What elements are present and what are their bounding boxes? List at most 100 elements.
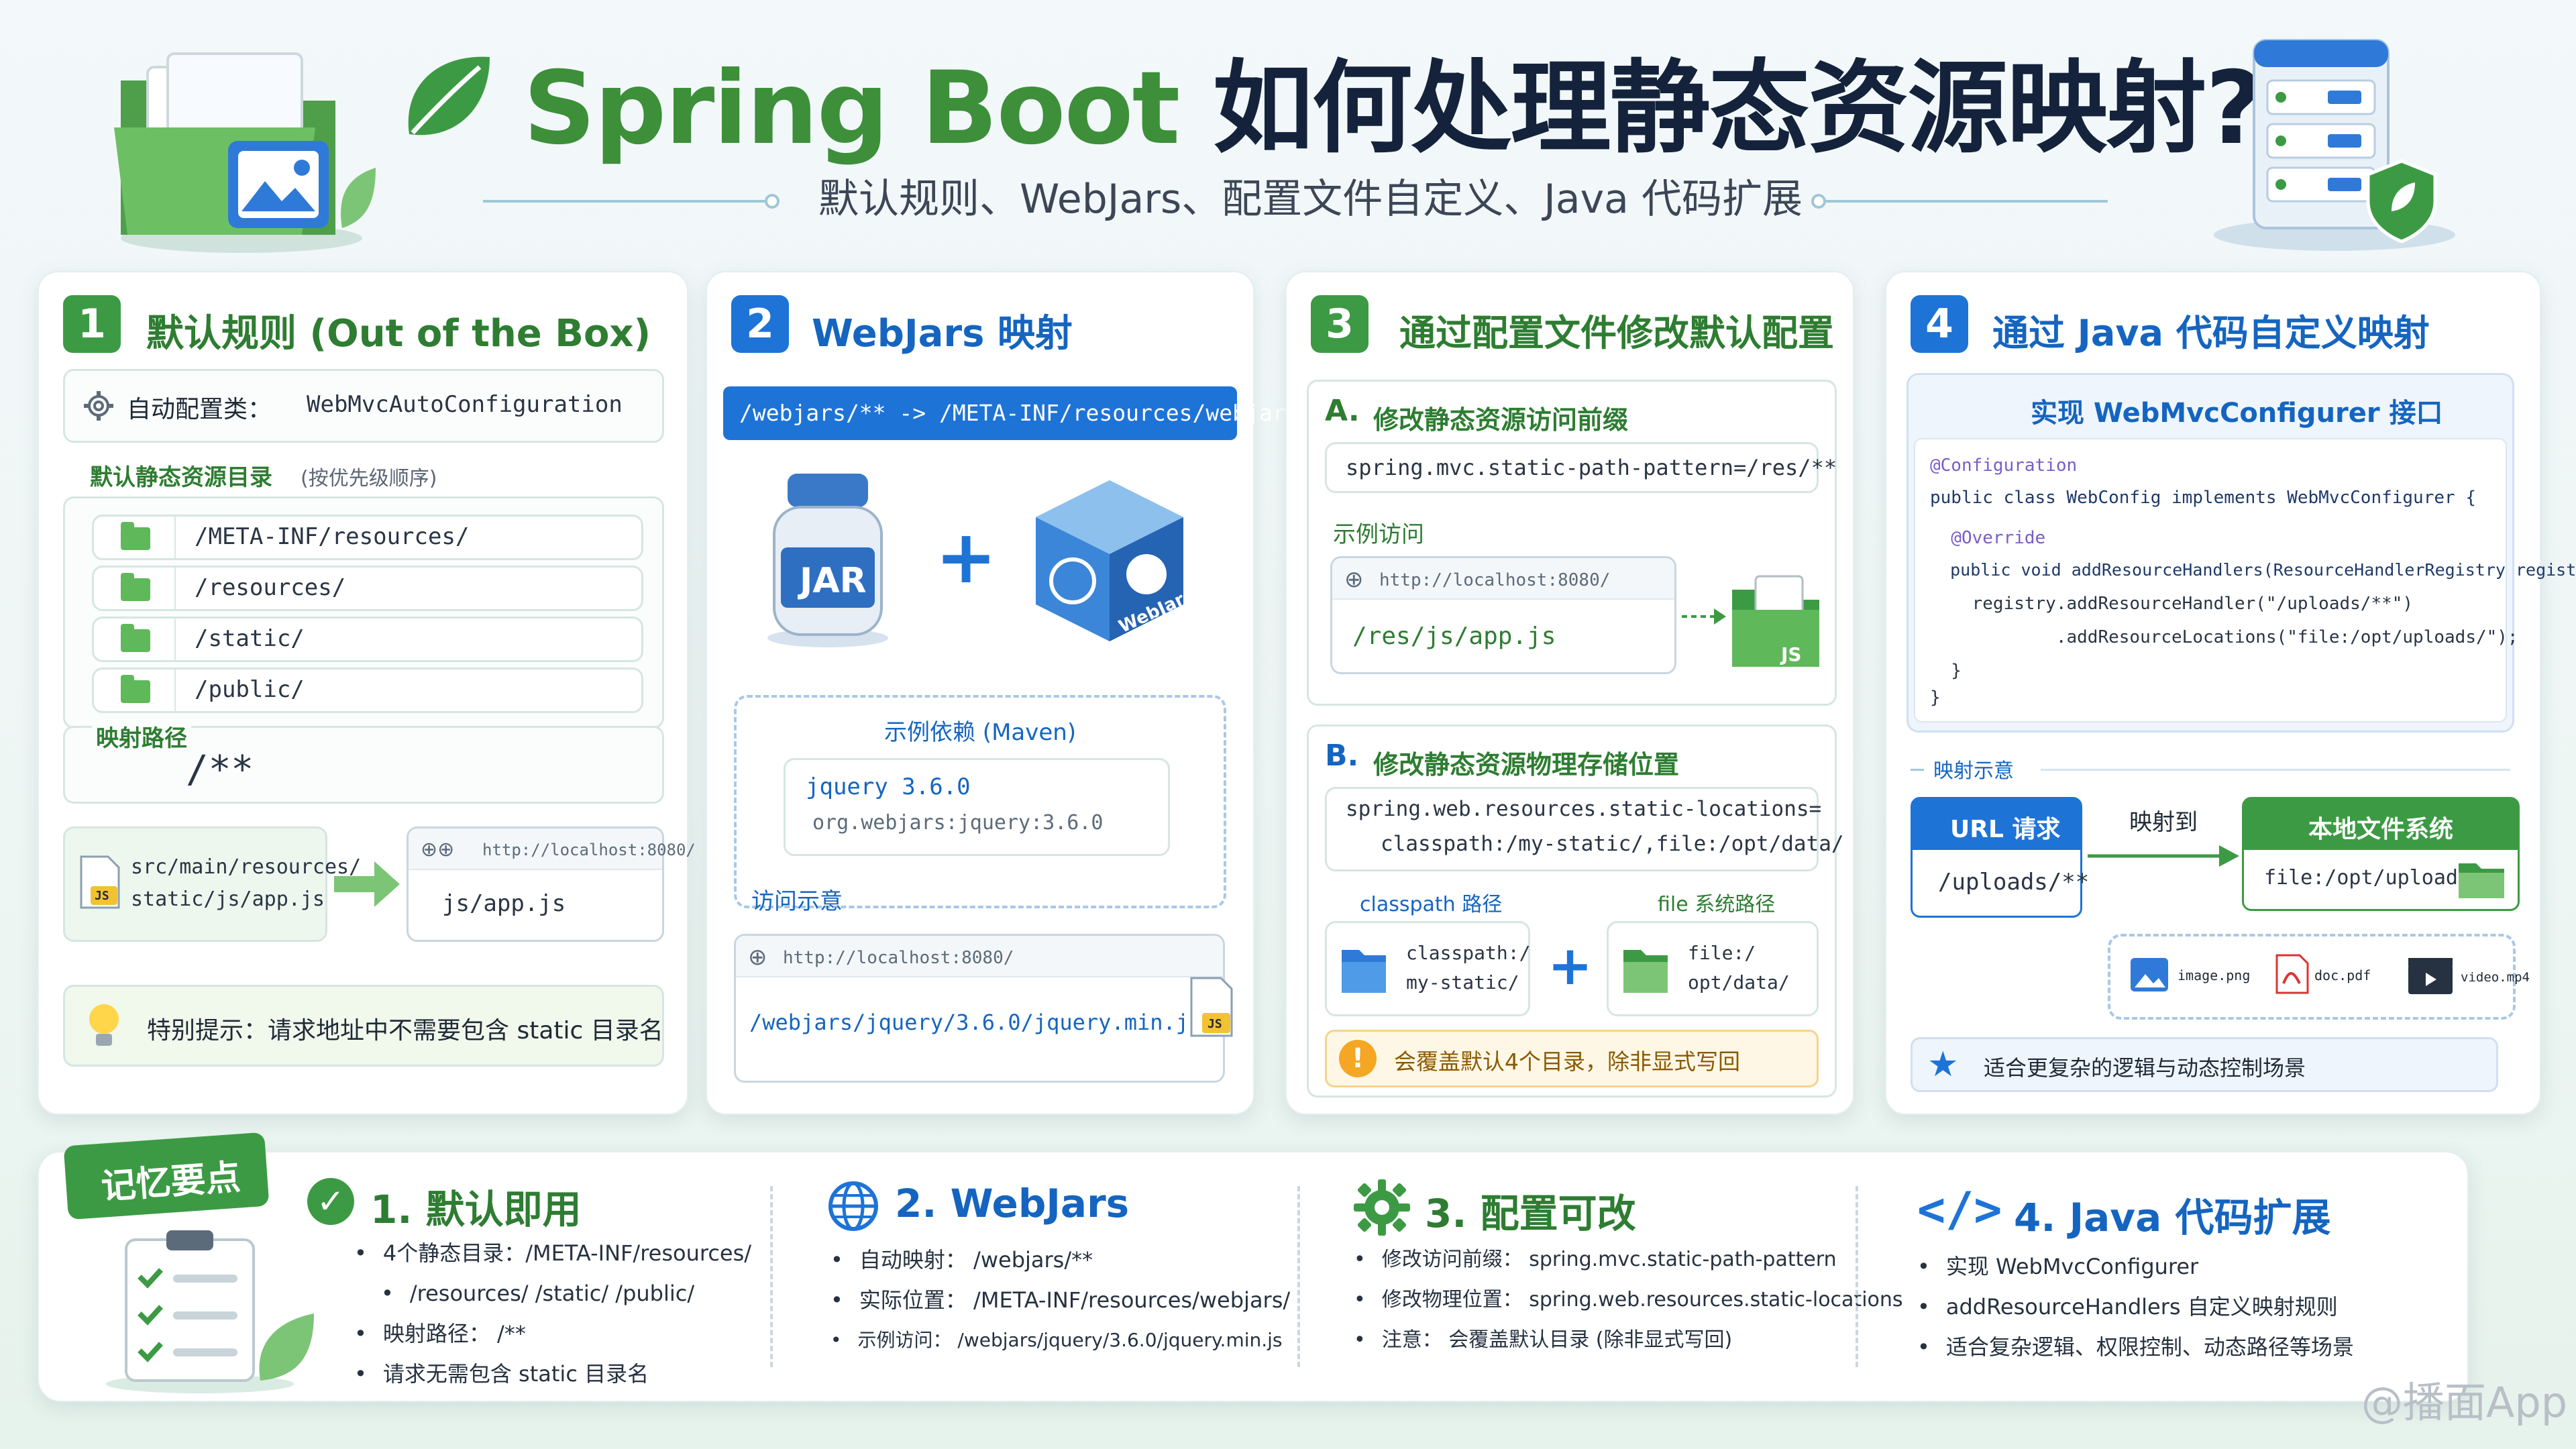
code-line: } bbox=[1930, 661, 1962, 681]
maps-to-label: 映射到 bbox=[2129, 809, 2198, 836]
code-line: registry.addResourceHandler("/uploads/**… bbox=[1930, 594, 2414, 614]
panel1-title: 默认规则 (Out of the Box) bbox=[146, 312, 651, 356]
code-line: @Override bbox=[1930, 528, 2046, 548]
js-badge: JS bbox=[1208, 1017, 1222, 1031]
mapping-value: /** bbox=[186, 748, 254, 792]
local-fs-label: 本地文件系统 bbox=[2308, 816, 2454, 843]
url-request-box: URL 请求 /uploads/** bbox=[1911, 797, 2089, 918]
dir-path: /resources/ bbox=[195, 574, 346, 601]
dirs-label: 默认静态资源目录 bbox=[90, 464, 272, 491]
interface-box: 实现 WebMvcConfigurer 接口 @Configuration pu… bbox=[1907, 373, 2576, 733]
file-name: video.mp4 bbox=[2461, 970, 2530, 985]
globe-icon bbox=[828, 1181, 879, 1232]
src-file-box: JS src/main/resources/ static/js/app.js bbox=[63, 826, 361, 942]
video-icon bbox=[2407, 955, 2454, 996]
list-item: /META-INF/resources/ bbox=[92, 515, 643, 560]
filepath-box: file:/ opt/data/ bbox=[1607, 921, 1819, 1016]
list-item: 实际位置： /META-INF/resources/webjars/ bbox=[830, 1280, 1290, 1320]
folder-image-icon bbox=[101, 40, 382, 255]
lightbulb-icon bbox=[84, 1000, 124, 1051]
memory-col4-list: 实现 WebMvcConfigurer addResourceHandlers … bbox=[1917, 1246, 2354, 1367]
tip-text: 特别提示：请求地址中不需要包含 static 目录名 bbox=[147, 1017, 663, 1044]
memory-col3-list: 修改访问前缀： spring.mvc.static-path-pattern 修… bbox=[1354, 1240, 1903, 1360]
folder-icon bbox=[121, 573, 150, 601]
map-label: 映射示意 bbox=[1933, 759, 2014, 783]
mapping-box: 映射路径 /** bbox=[63, 720, 664, 804]
list-item: 修改物理位置： spring.web.resources.static-loca… bbox=[1354, 1280, 1903, 1320]
b-title: 修改静态资源物理存储位置 bbox=[1373, 750, 1680, 780]
plus-sign: + bbox=[935, 514, 998, 600]
panel4-title: 通过 Java 代码自定义映射 bbox=[1992, 312, 2430, 354]
code-brackets-icon: </> bbox=[1917, 1182, 2002, 1237]
server-shield-icon bbox=[2200, 27, 2469, 255]
folder-green-icon bbox=[2457, 859, 2506, 900]
autoconfig-label: 自动配置类： bbox=[127, 396, 272, 423]
js-folder-icon: JS bbox=[1729, 570, 1823, 670]
check-circle-icon: ✓ bbox=[307, 1178, 354, 1225]
js-file-icon: JS bbox=[80, 855, 120, 909]
jar-label: JAR bbox=[800, 561, 867, 601]
jar-icon: JAR bbox=[761, 467, 895, 648]
classpath-val2: my-static/ bbox=[1406, 971, 1519, 994]
memory-col3-title: 3. 配置可改 bbox=[1425, 1191, 1636, 1236]
panel-default-rules: 1 默认规则 (Out of the Box) 自动配置类： WebMvcAut… bbox=[38, 271, 696, 1115]
subtitle-line-right bbox=[1826, 200, 2108, 203]
dep-code-box: jquery 3.6.0 org.webjars:jquery:3.6.0 bbox=[784, 758, 1170, 856]
src-path-line1: src/main/resources/ bbox=[131, 855, 362, 879]
code-line: public void addResourceHandlers(Resource… bbox=[1930, 560, 2576, 580]
a-letter: A. bbox=[1325, 394, 1360, 428]
code-line: } bbox=[1930, 688, 1941, 708]
memory-col1-title: 1. 默认即用 bbox=[370, 1187, 582, 1232]
panel2-number: 2 bbox=[731, 295, 789, 353]
dir-path: /META-INF/resources/ bbox=[195, 523, 470, 550]
interface-title: 实现 WebMvcConfigurer 接口 bbox=[2031, 398, 2443, 429]
subtitle-dot-left bbox=[765, 194, 780, 209]
autoconfig-box: 自动配置类： WebMvcAutoConfiguration bbox=[63, 369, 664, 443]
globe-icon: ⊕ bbox=[748, 944, 767, 971]
dep-label: 示例依赖 (Maven) bbox=[884, 719, 1077, 746]
browser-path: /webjars/jquery/3.6.0/jquery.min.js bbox=[749, 1010, 1202, 1035]
js-file-icon: JS bbox=[1190, 977, 1233, 1037]
list-item: /static/ bbox=[92, 616, 643, 662]
file-name: image.png bbox=[2178, 967, 2251, 983]
a-title: 修改静态资源访问前缀 bbox=[1373, 405, 1629, 435]
watermark: @播面App bbox=[2361, 1378, 2568, 1427]
warning-text: 会覆盖默认4个目录，除非显式写回 bbox=[1394, 1049, 1740, 1075]
subtitle-line-left bbox=[483, 200, 765, 203]
folder-icon bbox=[121, 624, 150, 652]
list-item: 注意： 会覆盖默认目录 (除非显式写回) bbox=[1354, 1320, 1903, 1360]
browser-window: ⊕ http://localhost:8080/ /res/js/app.js bbox=[1330, 556, 1676, 674]
panel-java-code: 4 通过 Java 代码自定义映射 实现 WebMvcConfigurer 接口… bbox=[1885, 271, 2576, 1115]
list-item: 修改访问前缀： spring.mvc.static-path-pattern bbox=[1354, 1240, 1903, 1280]
gear-icon bbox=[1354, 1179, 1410, 1236]
visit-label: 访问示意 bbox=[751, 888, 843, 915]
b-code-box: spring.web.resources.static-locations= c… bbox=[1325, 787, 1844, 871]
b-code1: spring.web.resources.static-locations= bbox=[1346, 797, 1822, 821]
dir-path: /static/ bbox=[195, 625, 305, 652]
list-item: 4个静态目录：/META-INF/resources/ bbox=[354, 1233, 751, 1273]
code-box: @Configuration public class WebConfig im… bbox=[1914, 438, 2576, 722]
browser-url: http://localhost:8080/ bbox=[783, 948, 1014, 968]
list-item: /public/ bbox=[92, 667, 643, 713]
memory-col4-title: 4. Java 代码扩展 bbox=[2014, 1195, 2331, 1240]
list-item: 示例访问： /webjars/jquery/3.6.0/jquery.min.j… bbox=[830, 1320, 1290, 1360]
globe-icon: ⊕ bbox=[1344, 566, 1364, 593]
panel3-number: 3 bbox=[1311, 295, 1368, 353]
panel1-number: 1 bbox=[63, 295, 121, 353]
memory-title-ribbon: 记忆要点 bbox=[63, 1132, 270, 1220]
dirs-hint: (按优先级顺序) bbox=[301, 467, 437, 490]
section-a: A. 修改静态资源访问前缀 spring.mvc.static-path-pat… bbox=[1307, 380, 1837, 706]
star-note-box: ★ 适合更复杂的逻辑与动态控制场景 bbox=[1911, 1037, 2498, 1092]
title-rest: 如何处理静态资源映射? bbox=[1179, 50, 2264, 167]
webjars-cube-icon: WebJars bbox=[1022, 474, 1197, 648]
page-subtitle: 默认规则、WebJars、配置文件自定义、Java 代码扩展 bbox=[818, 176, 1803, 223]
section-b: B. 修改静态资源物理存储位置 spring.web.resources.sta… bbox=[1307, 724, 1844, 1097]
url-req-value: /uploads/** bbox=[1938, 869, 2090, 896]
panel3-title: 通过配置文件修改默认配置 bbox=[1399, 312, 1834, 354]
memory-col2-list: 自动映射： /webjars/** 实际位置： /META-INF/resour… bbox=[830, 1240, 1291, 1360]
js-badge: JS bbox=[95, 889, 109, 903]
b-letter: B. bbox=[1325, 739, 1359, 773]
js-badge: JS bbox=[1781, 643, 1802, 665]
webjars-mapping-banner: /webjars/** -> /META-INF/resources/webja… bbox=[723, 386, 1312, 440]
arrow-right-icon bbox=[2088, 843, 2242, 869]
